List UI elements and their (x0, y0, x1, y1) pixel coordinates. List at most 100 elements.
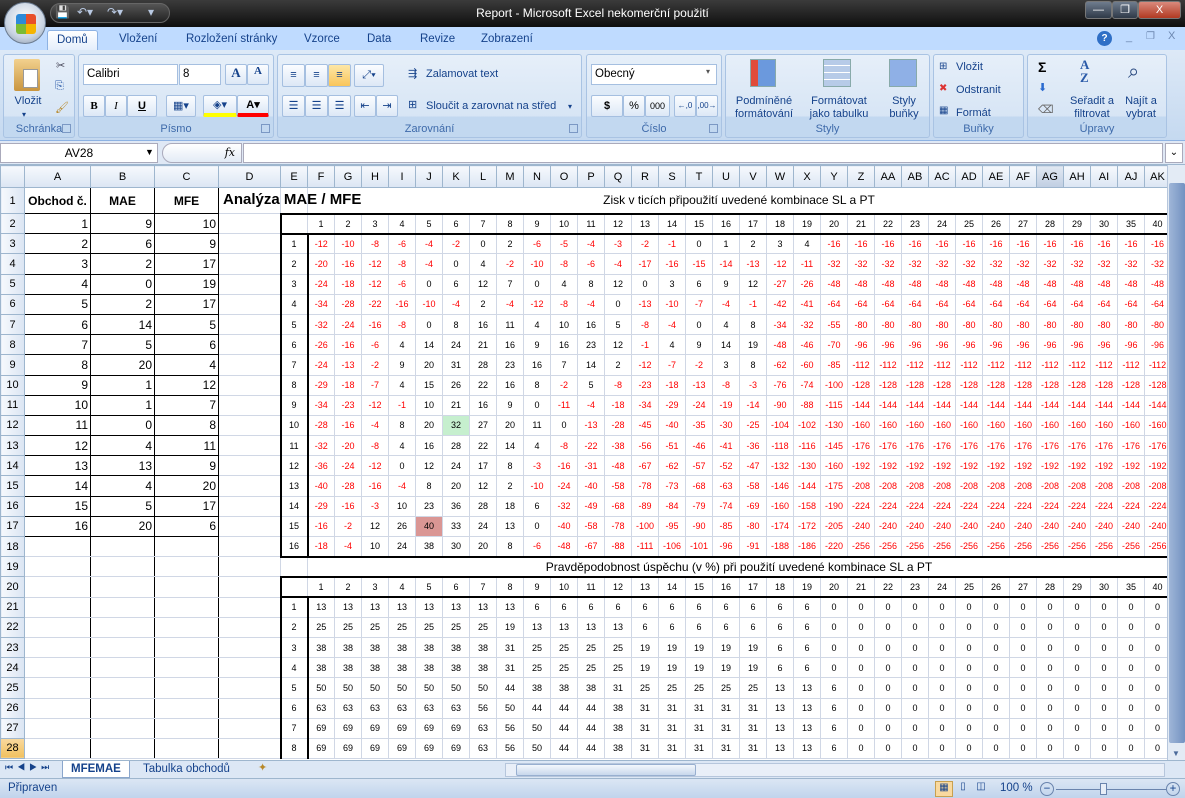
probability-cell[interactable]: 31 (496, 636, 524, 659)
probability-cell[interactable]: 0 (901, 697, 929, 719)
probability-cell[interactable]: 0 (847, 636, 875, 659)
cell-C25[interactable] (154, 677, 219, 699)
profit-cell[interactable]: -28 (306, 414, 335, 437)
probability-cell[interactable]: 44 (496, 677, 524, 699)
scroll-down-icon[interactable]: ▼ (1172, 749, 1180, 758)
profit-cell[interactable]: -48 (982, 273, 1010, 295)
profit-cell[interactable]: -256 (955, 535, 983, 558)
workbook-close-icon[interactable]: X (1168, 30, 1175, 42)
row-header-3[interactable]: 3 (0, 233, 25, 255)
cell-D16[interactable] (218, 495, 281, 517)
probability-cell[interactable]: 25 (523, 636, 551, 659)
align-bottom-icon[interactable]: ≡ (328, 64, 351, 87)
probability-cell[interactable]: 25 (550, 636, 578, 659)
profit-cell[interactable]: -112 (1090, 354, 1118, 376)
profit-cell[interactable]: -240 (1090, 515, 1118, 538)
probability-cell[interactable]: 0 (982, 636, 1010, 659)
profit-cell[interactable]: -160 (820, 455, 848, 477)
profit-cell[interactable]: 10 (550, 313, 578, 336)
profit-cell[interactable]: -8 (388, 253, 416, 275)
cell-B13[interactable]: 4 (90, 435, 155, 457)
probability-cell[interactable]: 6 (658, 616, 686, 638)
probability-cell[interactable]: 25 (469, 616, 497, 638)
profit-cell[interactable]: -24 (306, 273, 335, 295)
profit-cell[interactable]: -13 (685, 374, 713, 396)
profit-cell[interactable]: -130 (793, 455, 821, 477)
profit-cell[interactable]: 16 (415, 435, 443, 457)
profit-cell[interactable]: 20 (469, 535, 497, 558)
probability-cell[interactable]: 56 (496, 717, 524, 739)
probability-cell[interactable]: 38 (469, 657, 497, 679)
profit-cell[interactable]: -144 (901, 394, 929, 416)
probability-cell[interactable]: 6 (685, 596, 713, 618)
expand-formula-bar-icon[interactable]: ⌄ (1165, 143, 1183, 163)
sl-header[interactable]: 3 (279, 636, 308, 659)
profit-cell[interactable]: 4 (523, 435, 551, 457)
profit-cell[interactable]: -224 (1090, 495, 1118, 517)
profit-cell[interactable]: -80 (928, 313, 956, 336)
profit-cell[interactable]: -240 (901, 515, 929, 538)
profit-cell[interactable]: -32 (793, 313, 821, 336)
profit-cell[interactable]: -4 (577, 233, 605, 255)
profit-cell[interactable]: -48 (1063, 273, 1091, 295)
profit-cell[interactable]: -144 (982, 394, 1010, 416)
profit-cell[interactable]: -13 (739, 253, 767, 275)
column-header-AD[interactable]: AD (955, 165, 983, 188)
profit-cell[interactable]: -145 (820, 435, 848, 457)
profit-cell[interactable]: -55 (820, 313, 848, 336)
help-icon[interactable]: ? (1097, 31, 1112, 46)
sl-header[interactable]: 1 (279, 596, 308, 618)
profit-cell[interactable]: -1 (658, 233, 686, 255)
row-header-7[interactable]: 7 (0, 313, 25, 336)
sl-header[interactable]: 7 (279, 717, 308, 739)
profit-cell[interactable]: 20 (415, 414, 443, 437)
profit-cell[interactable]: 12 (415, 455, 443, 477)
autosum-button[interactable]: Σ (1038, 59, 1046, 75)
probability-cell[interactable]: 31 (712, 717, 740, 739)
profit-cell[interactable]: -48 (874, 273, 902, 295)
probability-cell[interactable]: 50 (442, 677, 470, 699)
probability-cell[interactable]: 6 (739, 596, 767, 618)
probability-cell[interactable]: 69 (361, 737, 389, 760)
profit-cell[interactable]: -4 (577, 394, 605, 416)
profit-cell[interactable]: -208 (982, 475, 1010, 497)
profit-cell[interactable]: -112 (1063, 354, 1091, 376)
profit-cell[interactable]: -24 (685, 394, 713, 416)
paste-dropdown-icon[interactable]: ▾ (22, 108, 26, 121)
profit-cell[interactable]: -32 (306, 313, 335, 336)
row-header-14[interactable]: 14 (0, 455, 25, 477)
restore-button[interactable]: ❐ (1112, 1, 1138, 19)
paste-button[interactable]: Vložit (6, 95, 50, 108)
profit-cell[interactable]: 10 (415, 394, 443, 416)
profit-cell[interactable]: 8 (496, 535, 524, 558)
sl-header[interactable]: 2 (279, 253, 308, 275)
sl-header[interactable]: 16 (279, 535, 308, 558)
probability-cell[interactable]: 44 (550, 737, 578, 760)
profit-cell[interactable]: -10 (523, 253, 551, 275)
sl-header[interactable]: 4 (279, 657, 308, 679)
cell-A2[interactable]: 1 (24, 212, 91, 235)
probability-cell[interactable]: 13 (604, 616, 632, 638)
cell-D28[interactable] (218, 737, 281, 760)
row-header-1[interactable]: 1 (0, 187, 25, 214)
decrease-indent-icon[interactable]: ⇤ (354, 95, 376, 117)
probability-cell[interactable]: 13 (766, 717, 794, 739)
probability-cell[interactable]: 25 (739, 677, 767, 699)
profit-cell[interactable]: -68 (685, 475, 713, 497)
profit-cell[interactable]: 1 (712, 233, 740, 255)
profit-cell[interactable]: -84 (658, 495, 686, 517)
profit-cell[interactable]: -1 (388, 394, 416, 416)
cell-A18[interactable] (24, 535, 91, 558)
profit-cell[interactable]: 8 (496, 455, 524, 477)
cell-C13[interactable]: 11 (154, 435, 219, 457)
profit-cell[interactable]: -24 (334, 455, 362, 477)
probability-cell[interactable]: 13 (523, 616, 551, 638)
profit-cell[interactable]: -256 (901, 535, 929, 558)
probability-cell[interactable]: 0 (847, 717, 875, 739)
cell-A26[interactable] (24, 697, 91, 719)
row-header-23[interactable]: 23 (0, 636, 25, 659)
profit-cell[interactable]: 3 (712, 354, 740, 376)
probability-cell[interactable]: 0 (1117, 677, 1145, 699)
probability-cell[interactable]: 38 (334, 636, 362, 659)
profit-cell[interactable]: -64 (874, 293, 902, 315)
